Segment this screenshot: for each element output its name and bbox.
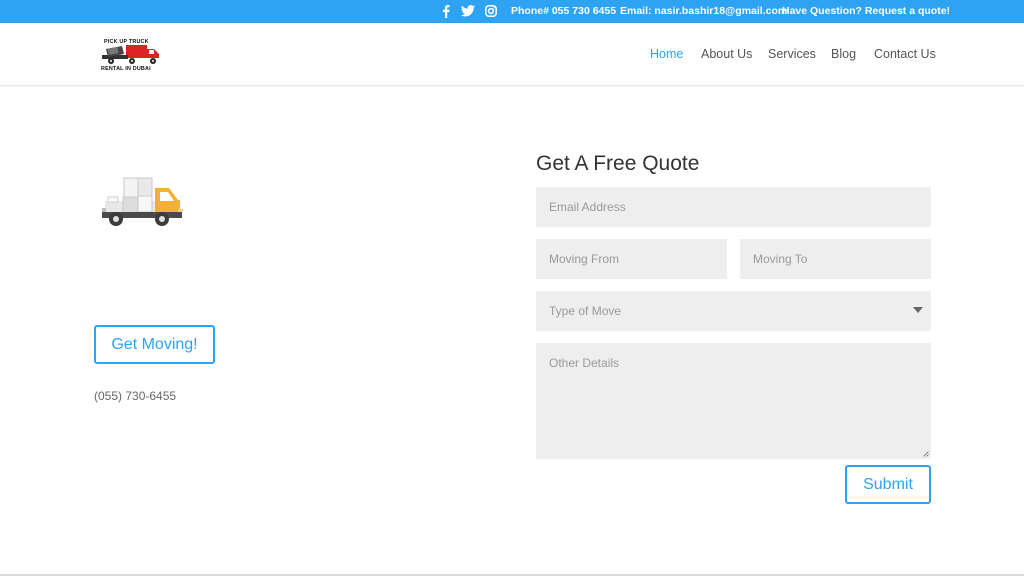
facebook-icon[interactable] xyxy=(438,3,454,19)
moving-truck-icon xyxy=(102,177,183,226)
topbar-email[interactable]: Email: nasir.bashir18@gmail.com xyxy=(620,5,787,18)
site-logo[interactable]: PICK UP TRUCK RENTAL IN DUBAI xyxy=(100,37,162,73)
topbar-quote-link[interactable]: Have Question? Request a quote! xyxy=(782,5,950,18)
other-details-textarea[interactable]: Other Details xyxy=(536,343,931,459)
nav-services[interactable]: Services xyxy=(768,47,816,61)
email-field[interactable]: Email Address xyxy=(536,187,931,227)
logo-line-2: RENTAL IN DUBAI xyxy=(101,66,151,72)
type-of-move-select[interactable]: Type of Move xyxy=(536,291,931,331)
logo-truck-icon xyxy=(102,45,159,64)
other-details-placeholder: Other Details xyxy=(549,356,620,370)
site-header: PICK UP TRUCK RENTAL IN DUBAI Home About… xyxy=(0,23,1024,86)
resize-handle-icon[interactable] xyxy=(922,450,929,457)
form-title: Get A Free Quote xyxy=(536,152,700,175)
contact-phone: (055) 730-6455 xyxy=(94,389,177,403)
moving-to-placeholder: Moving To xyxy=(753,252,808,266)
nav-contact-us[interactable]: Contact Us xyxy=(874,47,936,61)
moving-from-field[interactable]: Moving From xyxy=(536,239,727,279)
get-moving-button[interactable]: Get Moving! xyxy=(94,325,215,364)
chevron-down-icon xyxy=(913,307,923,313)
nav-home[interactable]: Home xyxy=(650,47,683,61)
submit-button[interactable]: Submit xyxy=(845,465,931,504)
top-bar: Phone# 055 730 6455 Email: nasir.bashir1… xyxy=(0,0,1024,23)
moving-to-field[interactable]: Moving To xyxy=(740,239,931,279)
topbar-phone: Phone# 055 730 6455 xyxy=(511,5,617,17)
email-placeholder: Email Address xyxy=(549,200,626,214)
moving-from-placeholder: Moving From xyxy=(549,252,620,266)
nav-about-us[interactable]: About Us xyxy=(701,47,752,61)
twitter-icon[interactable] xyxy=(460,3,476,19)
instagram-icon[interactable] xyxy=(483,3,499,19)
nav-blog[interactable]: Blog xyxy=(831,47,856,61)
type-of-move-placeholder: Type of Move xyxy=(549,304,622,318)
